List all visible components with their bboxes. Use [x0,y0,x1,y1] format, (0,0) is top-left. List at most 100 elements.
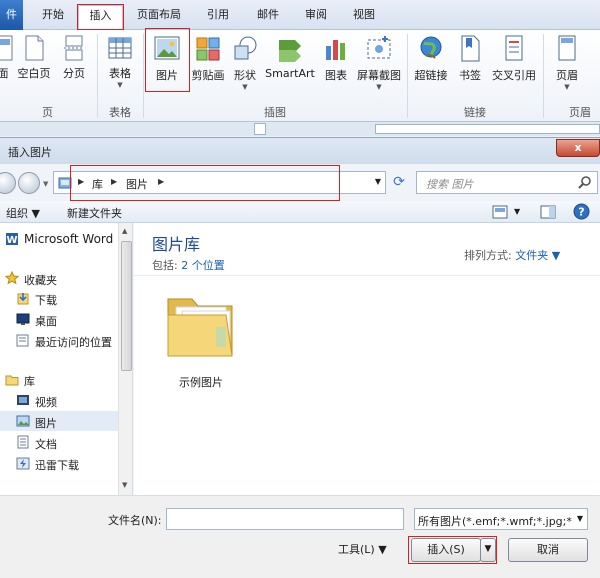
picture-icon [154,36,180,60]
header-icon [558,35,576,61]
view-mode-icon[interactable] [492,205,508,219]
clipart-button[interactable]: 剪贴画 [190,34,226,83]
file-list-pane: 图片库 包括: 2 个位置 排列方式: 文件夹 ▼ 示例图片 [134,223,600,495]
word-icon: W [6,233,18,246]
cover-page-button[interactable]: 面 [0,34,14,81]
group-separator [543,34,544,118]
horizontal-ruler[interactable] [375,124,600,134]
folder-sample-pictures[interactable]: 示例图片 [156,285,246,390]
sidebar-item-microsoft-word[interactable]: W Microsoft Word [0,229,118,249]
address-bar[interactable]: ▶ 库 ▶ 图片 ▶ ▼ [53,171,386,194]
breadcrumb-arrow-icon[interactable]: ▶ [158,177,164,186]
search-icon[interactable] [578,175,592,189]
sidebar-item-libraries[interactable]: 库 [0,369,118,389]
sidebar-item-recent-places[interactable]: 最近访问的位置 [0,330,118,350]
sidebar-item-documents[interactable]: 文档 [0,432,118,452]
hyperlink-icon [420,36,442,59]
group-label-links: 链接 [464,106,486,119]
close-button[interactable]: x [556,139,600,157]
sidebar-scrollbar[interactable]: ▲ ▼ [118,223,132,495]
svg-text:?: ? [578,206,584,219]
cover-page-icon [0,35,13,61]
smartart-button[interactable]: SmartArt [264,34,316,80]
svg-text:W: W [6,235,17,246]
forward-button[interactable] [18,172,40,194]
cross-reference-button[interactable]: 交叉引用 [488,34,540,83]
library-icon [5,375,19,386]
scroll-thumb[interactable] [121,241,132,371]
breadcrumb-library[interactable]: 库 [92,176,103,192]
tab-insert[interactable]: 插入 [78,5,123,30]
dialog-toolbar: 组织 ▼ 新建文件夹 ▼ ? [0,201,600,223]
back-button[interactable] [0,172,16,194]
recent-pages-dropdown-icon[interactable]: ▼ [43,180,48,188]
desktop-icon [16,313,30,325]
filename-input[interactable] [166,508,404,530]
dialog-footer: 文件名(N): 所有图片(*.emf;*.wmf;*.jpg;*.jpeg;*.… [0,495,600,578]
screenshot-button[interactable]: 屏幕截图 ▼ [355,34,403,91]
picture-icon [16,415,30,427]
organize-menu[interactable]: 组织 ▼ [6,205,40,221]
ruler-tab-selector[interactable] [254,123,266,135]
tab-mailings[interactable]: 邮件 [253,5,283,30]
refresh-icon: ⟳ [393,174,405,190]
view-dropdown-icon[interactable]: ▼ [514,207,520,216]
shapes-button[interactable]: 形状 ▼ [230,34,260,91]
insert-button[interactable]: 插入(S) [411,538,481,562]
breadcrumb-arrow-icon[interactable]: ▶ [78,177,84,186]
table-button[interactable]: 表格 ▼ [104,34,136,89]
file-type-dropdown-icon[interactable]: ▼ [573,509,587,529]
sidebar-item-desktop[interactable]: 桌面 [0,309,118,329]
document-icon [17,435,29,449]
insert-picture-button[interactable]: 图片 [150,34,184,83]
breadcrumb-pictures[interactable]: 图片 [126,176,148,192]
star-icon [5,271,19,285]
preview-pane-icon[interactable] [540,205,556,219]
cancel-button[interactable]: 取消 [508,538,588,562]
ruler-strip [0,122,600,136]
divider [134,275,600,276]
header-button[interactable]: 页眉 ▼ [550,34,584,91]
new-folder-button[interactable]: 新建文件夹 [67,205,122,221]
page-break-icon [64,35,84,61]
bookmark-button[interactable]: 书签 [455,34,485,83]
scroll-up-icon[interactable]: ▲ [122,227,127,235]
filename-label: 文件名(N): [108,514,162,527]
scroll-down-icon[interactable]: ▼ [122,481,127,489]
tools-menu[interactable]: 工具(L) ▼ [338,541,387,557]
hyperlink-button[interactable]: 超链接 [412,34,450,83]
tab-review[interactable]: 审阅 [301,5,331,30]
folder-icon [167,298,233,357]
download-icon [17,293,29,305]
sidebar-item-videos[interactable]: 视频 [0,390,118,410]
includes-locations-link[interactable]: 2 个位置 [181,259,225,272]
sidebar-item-thunder-downloads[interactable]: 迅雷下载 [0,453,118,473]
tab-page-layout[interactable]: 页面布局 [133,5,185,30]
tab-view[interactable]: 视图 [349,5,379,30]
sidebar-item-pictures[interactable]: 图片 [0,411,118,431]
page-break-button[interactable]: 分页 [58,34,90,81]
file-type-select[interactable]: 所有图片(*.emf;*.wmf;*.jpg;*.jpeg;*.png) ▼ [414,508,588,530]
address-dropdown-icon[interactable]: ▼ [375,177,381,186]
arrange-by-dropdown[interactable]: 文件夹 ▼ [515,249,560,262]
insert-options-dropdown[interactable]: ▼ [480,538,496,562]
tab-references[interactable]: 引用 [203,5,233,30]
sidebar-item-favorites[interactable]: 收藏夹 [0,268,118,288]
library-folder-icon [58,177,72,189]
help-icon[interactable]: ? [573,203,590,220]
tab-file[interactable]: 件 [0,0,23,30]
refresh-button[interactable]: ⟳ [389,172,409,193]
breadcrumb-arrow-icon[interactable]: ▶ [111,177,117,186]
ribbon-tab-bar: 件 开始 插入 页面布局 引用 邮件 审阅 视图 [0,0,600,30]
tab-home[interactable]: 开始 [38,5,68,30]
sidebar-item-downloads[interactable]: 下载 [0,288,118,308]
insert-picture-dialog: 插入图片 x ▼ ▶ 库 ▶ 图片 ▶ ▼ ⟳ 搜索 图片 组织 ▼ 新建文件夹… [0,137,600,578]
chart-button[interactable]: 图表 [320,34,352,83]
clipart-icon [196,37,220,61]
table-icon [108,37,132,59]
shapes-icon [234,36,257,60]
thunder-icon [16,457,30,470]
screenshot-dropdown-icon: ▼ [376,83,382,91]
blank-page-button[interactable]: 空白页 [15,34,53,81]
search-box[interactable]: 搜索 图片 [416,171,598,194]
